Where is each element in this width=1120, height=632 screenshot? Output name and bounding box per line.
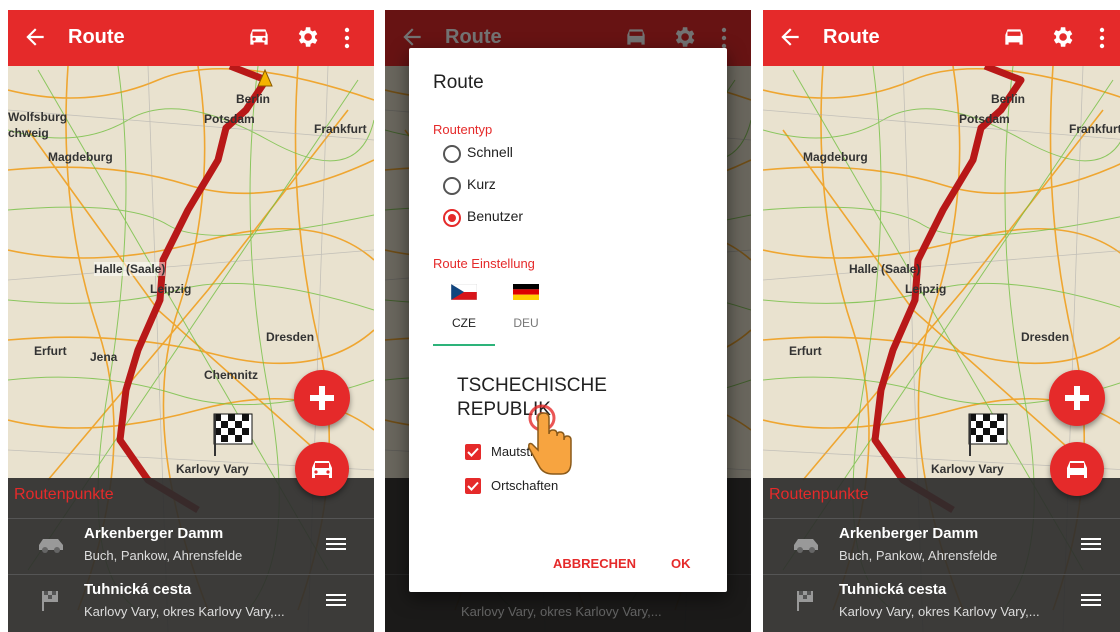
- route-type-label: Routentyp: [433, 122, 493, 137]
- map-label: Frankfurt: [314, 122, 367, 136]
- route-point-title: Tuhnická cesta: [839, 581, 947, 598]
- route-point-subtitle: Karlovy Vary, okres Karlovy Vary,...: [839, 604, 1040, 619]
- car-icon: [1067, 461, 1087, 478]
- radio-schnell[interactable]: Schnell: [443, 142, 643, 166]
- map-label: Dresden: [1021, 330, 1070, 344]
- ok-button[interactable]: OK: [671, 556, 691, 571]
- cancel-button[interactable]: ABBRECHEN: [553, 556, 636, 571]
- map-label: Frankfurt: [1069, 122, 1120, 136]
- screen-route-dialog: Route Karlovy Vary, okres Karlovy Vary,.…: [385, 10, 751, 632]
- route-point-subtitle: Buch, Pankow, Ahrensfelde: [84, 548, 243, 563]
- dialog-title: Route: [433, 72, 484, 93]
- map-label: Potsdam: [204, 112, 255, 126]
- radio-label: Kurz: [467, 176, 496, 192]
- checkbox-checked-icon: [465, 478, 481, 494]
- gear-icon[interactable]: [1049, 24, 1075, 50]
- car-icon: [312, 461, 332, 478]
- car-icon: [794, 539, 818, 553]
- list-item[interactable]: Arkenberger Damm Buch, Pankow, Ahrensfel…: [8, 518, 374, 571]
- map-label: Halle (Saale): [94, 262, 166, 276]
- route-point-subtitle: Karlovy Vary, okres Karlovy Vary,...: [84, 604, 285, 619]
- tab-label: DEU: [513, 316, 539, 330]
- flag-icon: [797, 591, 813, 611]
- list-item[interactable]: Tuhnická cesta Karlovy Vary, okres Karlo…: [763, 574, 1120, 627]
- tab-deu[interactable]: DEU: [501, 284, 551, 344]
- checkbox-checked-icon: [465, 444, 481, 460]
- screen-route-map-1: Berlin Potsdam Wolfsburg chweig Frankfur…: [8, 10, 374, 632]
- german-flag-icon: [513, 284, 539, 300]
- flag-icon: [42, 591, 58, 611]
- route-points-header: Routenpunkte: [14, 486, 114, 503]
- screen-route-map-2: Berlin Potsdam Frankfurt Magdeburg Halle…: [763, 10, 1120, 632]
- app-bar: Route: [8, 10, 374, 66]
- route-point-subtitle: Buch, Pankow, Ahrensfelde: [839, 548, 998, 563]
- map-label: Karlovy Vary: [931, 462, 1004, 476]
- route-points-panel: Routenpunkte Arkenberger Damm Buch, Pank…: [8, 478, 374, 632]
- add-route-point-button[interactable]: [1049, 370, 1105, 426]
- list-item[interactable]: Tuhnická cesta Karlovy Vary, okres Karlo…: [8, 574, 374, 627]
- tab-cze[interactable]: CZE: [439, 284, 489, 344]
- tab-indicator: [433, 344, 495, 346]
- finish-flag-marker[interactable]: [212, 412, 256, 458]
- route-point-title: Arkenberger Damm: [84, 525, 224, 542]
- drag-handle-icon[interactable]: [1081, 537, 1101, 553]
- map-label: Erfurt: [789, 344, 822, 358]
- start-marker-icon: [257, 68, 273, 87]
- tab-label: CZE: [452, 316, 476, 330]
- car-icon: [39, 539, 63, 553]
- plus-icon: [1065, 386, 1089, 410]
- car-icon[interactable]: [1001, 26, 1027, 48]
- map-label: Berlin: [236, 92, 271, 106]
- drag-handle-icon[interactable]: [326, 537, 346, 553]
- more-vert-icon[interactable]: [342, 26, 352, 50]
- tap-hand-icon: [528, 404, 572, 475]
- radio-circle: [443, 177, 461, 195]
- car-icon[interactable]: [246, 26, 272, 48]
- plus-icon: [310, 386, 334, 410]
- map-label: Dresden: [266, 330, 315, 344]
- page-title: Route: [68, 26, 125, 48]
- map-label: Erfurt: [34, 344, 67, 358]
- map-label: Magdeburg: [803, 150, 868, 164]
- drag-handle-icon[interactable]: [1081, 593, 1101, 609]
- route-point-title: Tuhnická cesta: [84, 581, 192, 598]
- map-label: Halle (Saale): [849, 262, 921, 276]
- list-item[interactable]: Arkenberger Damm Buch, Pankow, Ahrensfel…: [763, 518, 1120, 571]
- radio-kurz[interactable]: Kurz: [443, 174, 643, 198]
- map-label: Leipzig: [150, 282, 192, 296]
- route-settings-label: Route Einstellung: [433, 256, 535, 271]
- map-label: Potsdam: [959, 112, 1010, 126]
- page-title: Route: [823, 26, 880, 48]
- radio-circle-selected: [443, 209, 461, 227]
- czech-flag-icon: [451, 284, 477, 300]
- radio-benutzer[interactable]: Benutzer: [443, 206, 643, 230]
- start-navigation-button[interactable]: [295, 442, 349, 496]
- gear-icon[interactable]: [294, 24, 320, 50]
- radio-label: Schnell: [467, 144, 513, 160]
- radio-label: Benutzer: [467, 208, 524, 224]
- start-navigation-button[interactable]: [1050, 442, 1104, 496]
- finish-flag-marker[interactable]: [967, 412, 1011, 458]
- route-points-panel: Routenpunkte Arkenberger Damm Buch, Pank…: [763, 478, 1120, 632]
- back-arrow-icon[interactable]: [777, 24, 803, 50]
- route-point-title: Arkenberger Damm: [839, 525, 979, 542]
- add-route-point-button[interactable]: [294, 370, 350, 426]
- route-settings-dialog: Route Routentyp Schnell Kurz Benutzer Ro…: [409, 48, 727, 592]
- map-label: Chemnitz: [204, 368, 258, 382]
- app-bar: Route: [763, 10, 1120, 66]
- map-label: Karlovy Vary: [176, 462, 249, 476]
- route-points-header: Routenpunkte: [769, 486, 869, 503]
- map-label: Magdeburg: [48, 150, 113, 164]
- drag-handle-icon[interactable]: [326, 593, 346, 609]
- map-label: chweig: [8, 126, 49, 140]
- map-label: Wolfsburg: [8, 110, 68, 124]
- back-arrow-icon[interactable]: [22, 24, 48, 50]
- map-label: Leipzig: [905, 282, 947, 296]
- country-name-line: TSCHECHISCHE: [457, 375, 607, 396]
- radio-circle: [443, 145, 461, 163]
- more-vert-icon[interactable]: [1097, 26, 1107, 50]
- map-label: Berlin: [991, 92, 1026, 106]
- map-label: Jena: [90, 350, 118, 364]
